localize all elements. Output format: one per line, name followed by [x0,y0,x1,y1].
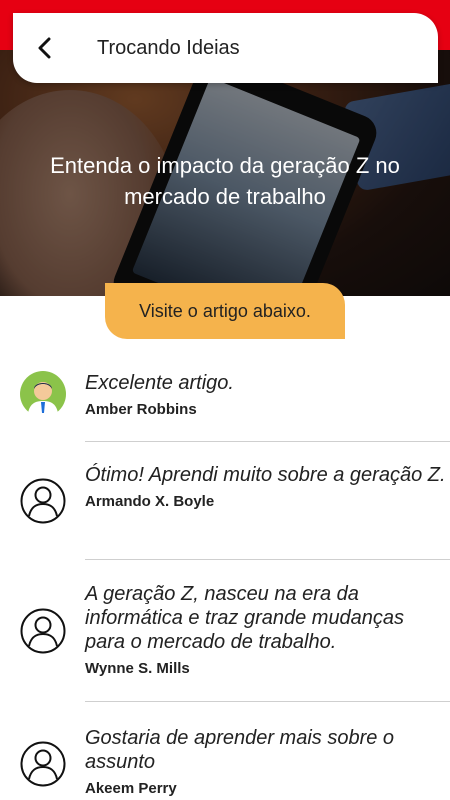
comment-text: A geração Z, nasceu na era da informátic… [85,583,405,653]
article-hero[interactable]: Entenda o impacto da geração Z no mercad… [0,50,450,296]
user-outline-icon [20,741,66,787]
page-title: Trocando Ideias [97,36,240,59]
comment-text: Gostaria de aprender mais sobre o assunt… [85,727,395,773]
back-button[interactable] [15,18,75,78]
user-photo-avatar [20,371,66,419]
comment-author: Armando X. Boyle [85,493,215,510]
comment-author: Wynne S. Mills [85,660,190,677]
list-item: A geração Z, nasceu na era da informátic… [0,560,450,702]
visit-article-button[interactable]: Visite o artigo abaixo. [105,283,345,339]
list-item: Excelente artigo. Amber Robbins [0,358,450,442]
comment-author: Akeem Perry [85,780,177,797]
chevron-left-icon [38,37,51,59]
comment-list: Excelente artigo. Amber Robbins Ótimo! A… [0,358,450,800]
comment-text: Ótimo! Aprendi muito sobre a geração Z. [85,464,446,486]
comment-text: Excelente artigo. [85,372,234,394]
user-outline-icon [20,478,66,524]
list-item: Ótimo! Aprendi muito sobre a geração Z. … [0,442,450,560]
article-title: Entenda o impacto da geração Z no mercad… [50,153,400,209]
user-outline-icon [20,608,66,654]
app-bar: Trocando Ideias [13,13,438,83]
list-item: Gostaria de aprender mais sobre o assunt… [0,702,450,800]
comment-author: Amber Robbins [85,401,197,418]
